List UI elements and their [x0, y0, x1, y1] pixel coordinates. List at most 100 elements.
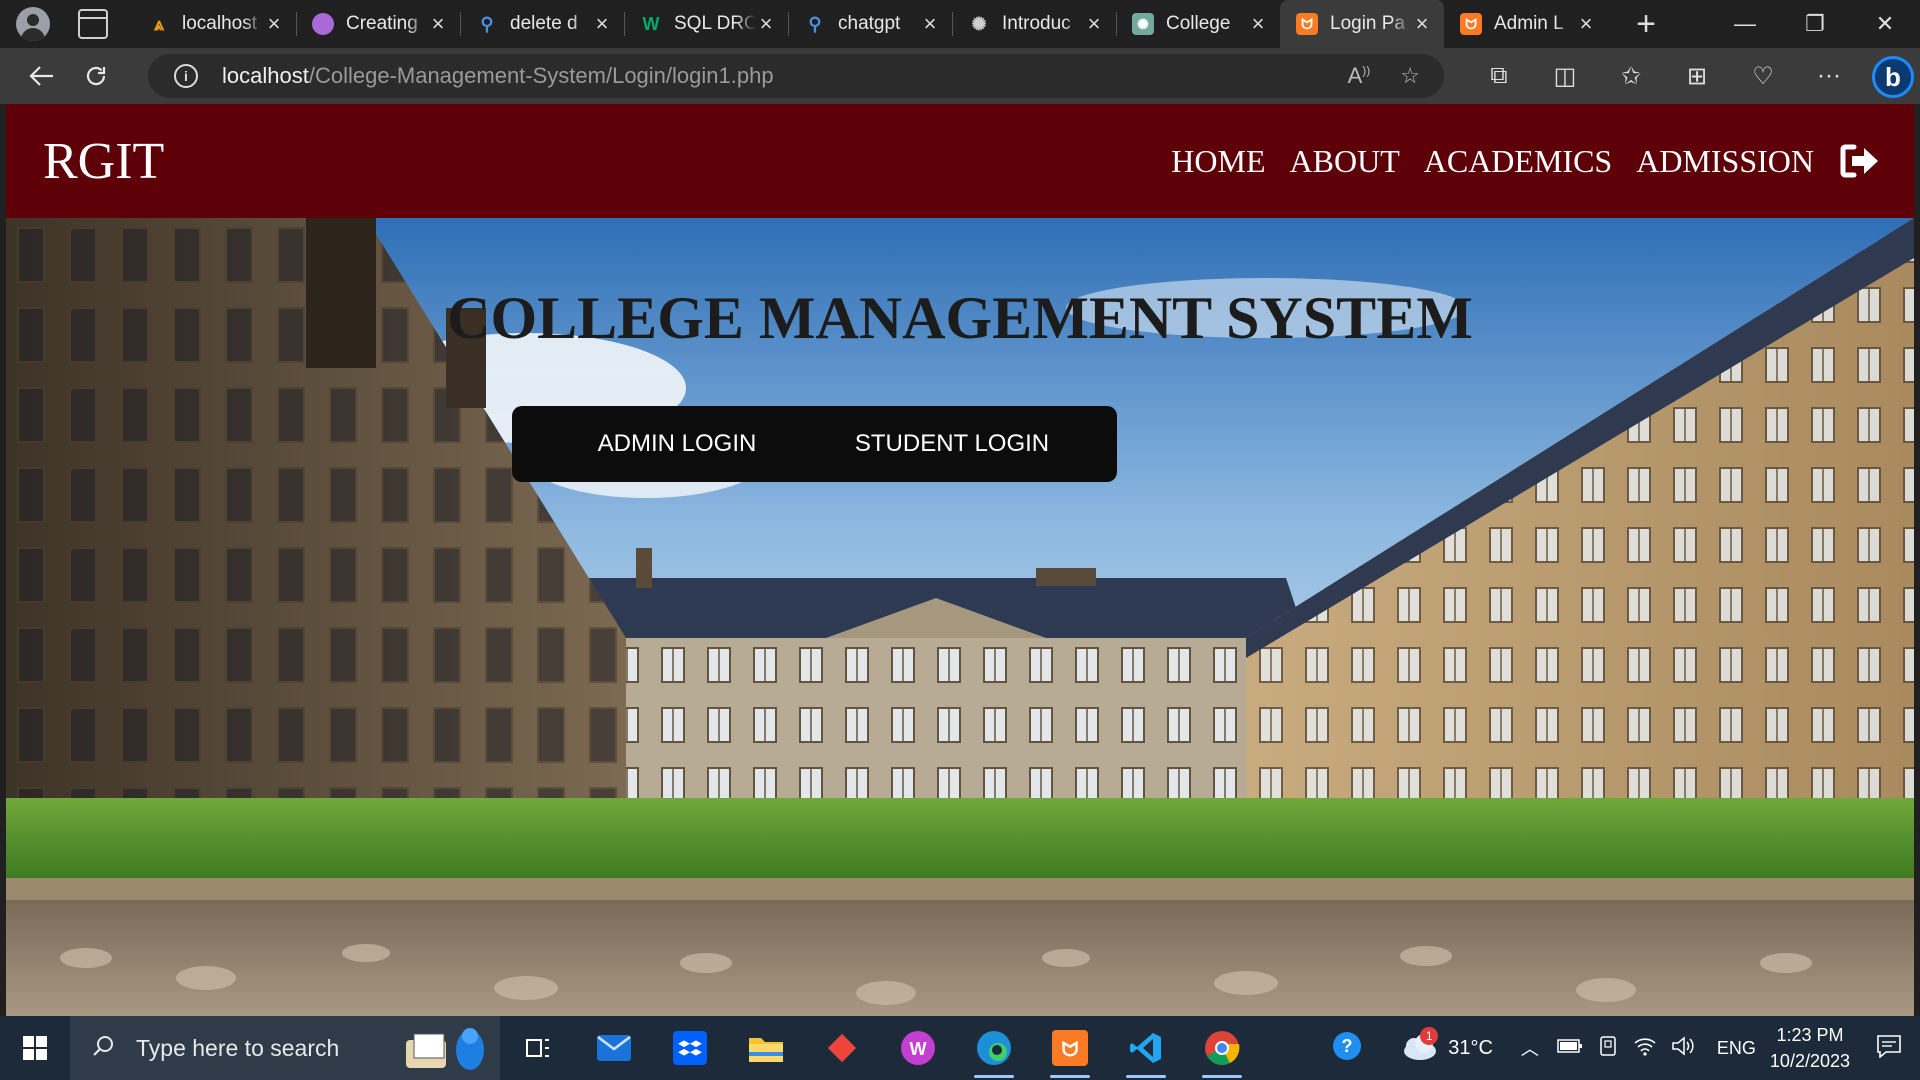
openai-icon: ✺ [971, 13, 987, 34]
restore-icon[interactable]: ❐ [1780, 0, 1850, 48]
browser-tab[interactable]: Creating × [296, 0, 460, 48]
page-title: COLLEGE MANAGEMENT SYSTEM [447, 285, 1473, 351]
edge-browser-icon[interactable] [956, 1016, 1032, 1080]
volume-icon[interactable] [1671, 1035, 1695, 1061]
read-aloud-icon[interactable]: A)) [1348, 63, 1371, 89]
weather-temp[interactable]: 31°C [1448, 1037, 1493, 1060]
tab-actions-icon[interactable] [78, 9, 108, 39]
xampp-stack-icon: ⩓ [153, 13, 165, 34]
tab-title: College [1166, 13, 1231, 34]
close-tab-icon[interactable]: × [920, 11, 940, 37]
web-page: RGIT HOME ABOUT ACADEMICS ADMISSION COLL… [6, 104, 1914, 1016]
browser-tab[interactable]: ✺ College × [1116, 0, 1280, 48]
windows-start-icon[interactable] [0, 1016, 70, 1080]
close-tab-icon[interactable]: × [264, 11, 284, 37]
url-host: localhost [222, 63, 309, 88]
chrome-icon[interactable] [1184, 1016, 1260, 1080]
weather-badge: 1 [1420, 1026, 1439, 1045]
mail-icon[interactable] [576, 1016, 652, 1080]
tab-title: SQL DRO [674, 13, 756, 34]
url-text[interactable]: localhost/College-Management-System/Logi… [222, 63, 774, 89]
refresh-icon[interactable] [76, 56, 116, 96]
file-explorer-icon[interactable] [728, 1016, 804, 1080]
search-icon [92, 1035, 114, 1062]
student-login-button[interactable]: STUDENT LOGIN [787, 406, 1117, 482]
favorites-icon[interactable]: ✩ [1598, 62, 1664, 91]
xampp-icon: ᗢ [1296, 13, 1318, 35]
xampp-icon: ᗢ [1460, 13, 1482, 35]
site-header: RGIT HOME ABOUT ACADEMICS ADMISSION [6, 104, 1914, 218]
task-view-icon[interactable] [500, 1016, 576, 1080]
browser-tab[interactable]: ⚲ delete d × [460, 0, 624, 48]
clock[interactable]: 1:23 PM 10/2/2023 [1770, 1022, 1850, 1074]
tab-title: Creating [346, 13, 418, 34]
url-path: /College-Management-System/Login/login1.… [308, 63, 774, 88]
vscode-icon[interactable] [1108, 1016, 1184, 1080]
weather-icon[interactable]: 1 [1400, 1026, 1439, 1066]
system-tray: ? 1 31°C ︿ ENG 1:23 PM 10/2/2023 [1332, 1016, 1920, 1080]
svg-text:W: W [910, 1039, 927, 1059]
svg-text:?: ? [1342, 1036, 1353, 1056]
back-arrow-icon[interactable] [22, 56, 62, 96]
svg-text:ᗢ: ᗢ [1062, 1039, 1079, 1061]
battery-icon[interactable] [1557, 1038, 1583, 1059]
toolbar-icons: ⧉ ◫ ✩ ⊞ ♡ ··· [1466, 48, 1862, 104]
split-screen-icon[interactable]: ◫ [1532, 62, 1598, 91]
dropbox-icon[interactable] [652, 1016, 728, 1080]
avatar-icon [312, 13, 334, 35]
favorite-star-icon[interactable]: ☆ [1400, 63, 1420, 89]
wifi-icon[interactable] [1633, 1036, 1657, 1061]
more-menu-icon[interactable]: ··· [1796, 62, 1862, 90]
tab-title: Admin L [1494, 13, 1564, 34]
display-icon[interactable] [1597, 1035, 1619, 1062]
browser-tab[interactable]: ᗢ Admin L × [1444, 0, 1608, 48]
minimize-icon[interactable]: — [1710, 0, 1780, 48]
info-icon[interactable]: i [174, 64, 198, 88]
browser-essentials-icon[interactable]: ♡ [1730, 62, 1796, 91]
close-tab-icon[interactable]: × [592, 11, 612, 37]
close-tab-icon[interactable]: × [428, 11, 448, 37]
tab-list: ⩓ localhost × Creating × ⚲ delete d × W … [132, 0, 1608, 48]
main-nav: HOME ABOUT ACADEMICS ADMISSION [1147, 104, 1880, 218]
nav-about[interactable]: ABOUT [1290, 143, 1400, 180]
nav-academics[interactable]: ACADEMICS [1424, 143, 1612, 180]
collections-icon[interactable]: ⊞ [1664, 62, 1730, 91]
close-tab-icon[interactable]: × [1084, 11, 1104, 37]
logout-icon[interactable] [1840, 144, 1880, 178]
nav-admission[interactable]: ADMISSION [1636, 143, 1814, 180]
browser-tab[interactable]: ✺ Introduc × [952, 0, 1116, 48]
notifications-icon[interactable] [1876, 1034, 1902, 1063]
anydesk-icon[interactable] [804, 1016, 880, 1080]
help-icon[interactable]: ? [1332, 1031, 1362, 1066]
search-placeholder: Type here to search [136, 1034, 340, 1061]
browser-tab-active[interactable]: ᗢ Login Pa × [1280, 0, 1444, 48]
close-tab-icon[interactable]: × [756, 11, 776, 37]
address-bar[interactable]: i localhost/College-Management-System/Lo… [148, 54, 1444, 98]
site-brand[interactable]: RGIT [43, 132, 164, 191]
xampp-control-icon[interactable]: ᗢ [1032, 1016, 1108, 1080]
bing-copilot-icon[interactable]: b [1872, 56, 1914, 98]
close-tab-icon[interactable]: × [1412, 11, 1432, 37]
browser-tab-strip: ⩓ localhost × Creating × ⚲ delete d × W … [0, 0, 1920, 48]
browser-tab[interactable]: W SQL DRO × [624, 0, 788, 48]
browser-tab[interactable]: ⚲ chatgpt × [788, 0, 952, 48]
window-controls: — ❐ ✕ [1710, 0, 1920, 48]
close-tab-icon[interactable]: × [1576, 11, 1596, 37]
taskbar-search-box[interactable]: Type here to search [70, 1016, 500, 1080]
search-icon: ⚲ [480, 13, 494, 34]
tab-title: delete d [510, 13, 578, 34]
close-tab-icon[interactable]: × [1248, 11, 1268, 37]
extensions-icon[interactable]: ⧉ [1466, 62, 1532, 90]
browser-toolbar: i localhost/College-Management-System/Lo… [0, 48, 1920, 104]
wps-office-icon[interactable]: W [880, 1016, 956, 1080]
close-window-icon[interactable]: ✕ [1850, 0, 1920, 48]
profile-avatar-icon[interactable] [16, 7, 50, 41]
language-indicator[interactable]: ENG [1717, 1038, 1756, 1059]
tab-title: chatgpt [838, 13, 901, 34]
chatgpt-icon: ✺ [1132, 13, 1154, 35]
new-tab-button[interactable]: + [1626, 5, 1666, 44]
chevron-up-icon[interactable]: ︿ [1521, 1035, 1539, 1061]
nav-home[interactable]: HOME [1171, 143, 1265, 180]
browser-tab[interactable]: ⩓ localhost × [132, 0, 296, 48]
tab-title: localhost [182, 13, 257, 34]
